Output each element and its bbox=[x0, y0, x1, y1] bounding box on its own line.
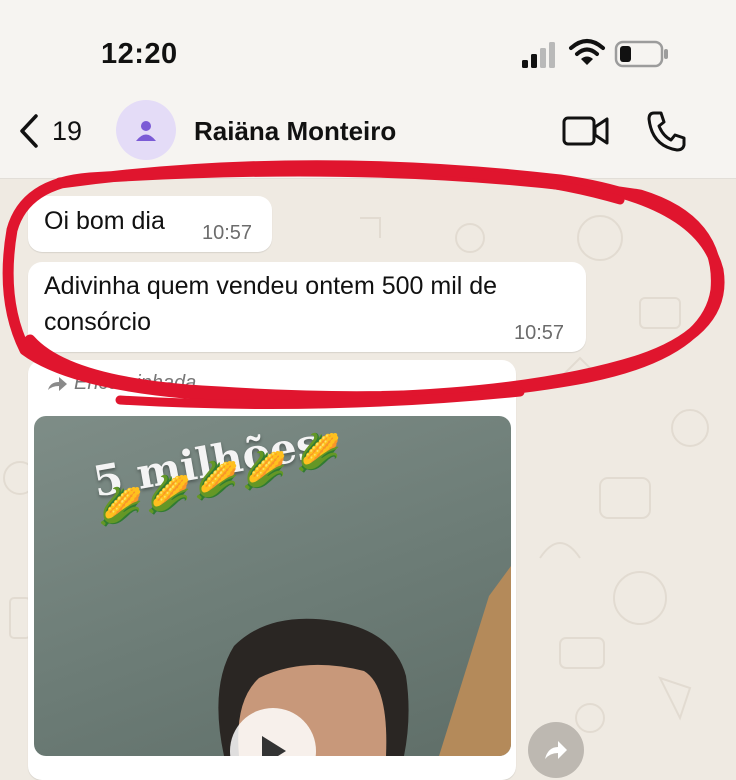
message-time: 10:57 bbox=[514, 322, 565, 344]
wifi-icon bbox=[569, 39, 605, 65]
chat-header: 19 Raiäna Monteiro bbox=[0, 100, 736, 179]
phone-icon bbox=[647, 111, 686, 152]
share-arrow-icon bbox=[545, 741, 567, 759]
back-button[interactable]: 19 bbox=[18, 112, 98, 150]
unread-count: 19 bbox=[52, 115, 83, 146]
voice-call-button[interactable] bbox=[646, 110, 686, 157]
forwarded-text: Encaminhada bbox=[74, 372, 197, 394]
video-call-icon bbox=[562, 116, 609, 146]
status-time: 12:20 bbox=[101, 38, 178, 70]
back-chevron-icon bbox=[20, 114, 38, 148]
video-call-button[interactable] bbox=[562, 114, 610, 153]
person-silhouette bbox=[218, 566, 511, 756]
forwarded-label: Encaminhada bbox=[46, 372, 196, 395]
play-icon bbox=[262, 736, 286, 756]
video-thumbnail[interactable]: 5 milhões 🌽 🌽 🌽 🌽 🌽 bbox=[34, 416, 511, 756]
contact-name[interactable]: Raiäna Monteiro bbox=[194, 116, 396, 147]
message-bubble[interactable]: Adivinha quem vendeu ontem 500 mil de co… bbox=[28, 262, 586, 352]
avatar-person-icon bbox=[136, 121, 156, 141]
forward-share-button[interactable] bbox=[528, 722, 584, 778]
message-text: Oi bom dia bbox=[44, 207, 165, 235]
message-text: Adivinha quem vendeu ontem 500 mil de co… bbox=[44, 272, 498, 336]
message-bubble[interactable]: Oi bom dia 10:57 bbox=[28, 196, 272, 252]
avatar[interactable] bbox=[116, 100, 176, 160]
signal-icon bbox=[522, 42, 555, 68]
message-time: 10:57 bbox=[202, 222, 253, 244]
status-bar: 12:20 bbox=[0, 0, 736, 100]
battery-icon bbox=[614, 40, 668, 68]
forward-arrow-icon bbox=[48, 376, 67, 391]
